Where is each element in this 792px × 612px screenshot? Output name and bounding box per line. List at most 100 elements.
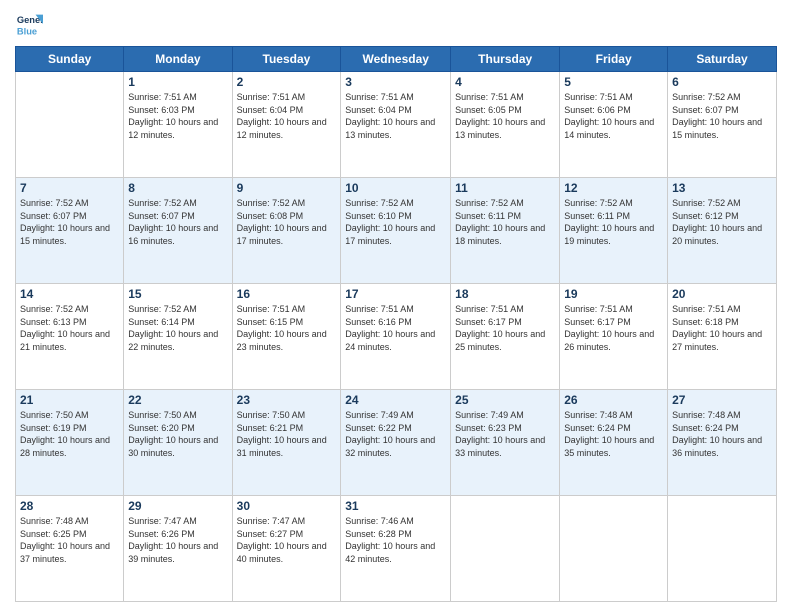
cell-info: Sunrise: 7:51 AMSunset: 6:15 PMDaylight:… bbox=[237, 303, 337, 353]
calendar-cell: 12 Sunrise: 7:52 AMSunset: 6:11 PMDayligh… bbox=[560, 178, 668, 284]
cell-info: Sunrise: 7:52 AMSunset: 6:13 PMDaylight:… bbox=[20, 303, 119, 353]
cell-date: 2 bbox=[237, 75, 337, 89]
cell-info: Sunrise: 7:50 AMSunset: 6:19 PMDaylight:… bbox=[20, 409, 119, 459]
calendar-cell: 7 Sunrise: 7:52 AMSunset: 6:07 PMDaylight… bbox=[16, 178, 124, 284]
calendar-cell: 24 Sunrise: 7:49 AMSunset: 6:22 PMDayligh… bbox=[341, 390, 451, 496]
cell-date: 19 bbox=[564, 287, 663, 301]
cell-info: Sunrise: 7:51 AMSunset: 6:17 PMDaylight:… bbox=[564, 303, 663, 353]
cell-info: Sunrise: 7:49 AMSunset: 6:22 PMDaylight:… bbox=[345, 409, 446, 459]
calendar-cell: 16 Sunrise: 7:51 AMSunset: 6:15 PMDayligh… bbox=[232, 284, 341, 390]
cell-info: Sunrise: 7:52 AMSunset: 6:12 PMDaylight:… bbox=[672, 197, 772, 247]
cell-date: 20 bbox=[672, 287, 772, 301]
cell-info: Sunrise: 7:50 AMSunset: 6:20 PMDaylight:… bbox=[128, 409, 227, 459]
calendar-cell: 25 Sunrise: 7:49 AMSunset: 6:23 PMDayligh… bbox=[451, 390, 560, 496]
cell-info: Sunrise: 7:49 AMSunset: 6:23 PMDaylight:… bbox=[455, 409, 555, 459]
calendar-cell: 15 Sunrise: 7:52 AMSunset: 6:14 PMDayligh… bbox=[124, 284, 232, 390]
calendar-cell: 5 Sunrise: 7:51 AMSunset: 6:06 PMDaylight… bbox=[560, 72, 668, 178]
calendar-cell: 10Sunrise: 7:52 AMSunset: 6:10 PMDayligh… bbox=[341, 178, 451, 284]
cell-info: Sunrise: 7:52 AMSunset: 6:07 PMDaylight:… bbox=[672, 91, 772, 141]
cell-info: Sunrise: 7:52 AMSunset: 6:11 PMDaylight:… bbox=[564, 197, 663, 247]
cell-info: Sunrise: 7:52 AMSunset: 6:07 PMDaylight:… bbox=[20, 197, 119, 247]
logo: General Blue bbox=[15, 10, 47, 38]
calendar-cell: 1 Sunrise: 7:51 AMSunset: 6:03 PMDaylight… bbox=[124, 72, 232, 178]
calendar-cell: 23 Sunrise: 7:50 AMSunset: 6:21 PMDayligh… bbox=[232, 390, 341, 496]
cell-info: Sunrise: 7:51 AMSunset: 6:06 PMDaylight:… bbox=[564, 91, 663, 141]
day-header-saturday: Saturday bbox=[668, 47, 777, 72]
calendar-cell: 9 Sunrise: 7:52 AMSunset: 6:08 PMDaylight… bbox=[232, 178, 341, 284]
calendar-table: SundayMondayTuesdayWednesdayThursdayFrid… bbox=[15, 46, 777, 602]
calendar-cell: 13 Sunrise: 7:52 AMSunset: 6:12 PMDayligh… bbox=[668, 178, 777, 284]
cell-date: 4 bbox=[455, 75, 555, 89]
cell-date: 6 bbox=[672, 75, 772, 89]
cell-info: Sunrise: 7:52 AMSunset: 6:07 PMDaylight:… bbox=[128, 197, 227, 247]
calendar-cell: 22 Sunrise: 7:50 AMSunset: 6:20 PMDayligh… bbox=[124, 390, 232, 496]
cell-info: Sunrise: 7:51 AMSunset: 6:05 PMDaylight:… bbox=[455, 91, 555, 141]
logo-icon: General Blue bbox=[15, 10, 43, 38]
cell-date: 21 bbox=[20, 393, 119, 407]
cell-date: 18 bbox=[455, 287, 555, 301]
calendar-cell: 18 Sunrise: 7:51 AMSunset: 6:17 PMDayligh… bbox=[451, 284, 560, 390]
cell-info: Sunrise: 7:48 AMSunset: 6:24 PMDaylight:… bbox=[564, 409, 663, 459]
cell-date: 12 bbox=[564, 181, 663, 195]
cell-date: 9 bbox=[237, 181, 337, 195]
cell-date: 13 bbox=[672, 181, 772, 195]
cell-info: Sunrise: 7:51 AMSunset: 6:04 PMDaylight:… bbox=[345, 91, 446, 141]
cell-date: 26 bbox=[564, 393, 663, 407]
cell-date: 17 bbox=[345, 287, 446, 301]
cell-date: 7 bbox=[20, 181, 119, 195]
cell-date: 8 bbox=[128, 181, 227, 195]
calendar-cell: 19 Sunrise: 7:51 AMSunset: 6:17 PMDayligh… bbox=[560, 284, 668, 390]
cell-date: 15 bbox=[128, 287, 227, 301]
calendar-cell: 8 Sunrise: 7:52 AMSunset: 6:07 PMDaylight… bbox=[124, 178, 232, 284]
cell-date: 30 bbox=[237, 499, 337, 513]
calendar-cell: 14 Sunrise: 7:52 AMSunset: 6:13 PMDayligh… bbox=[16, 284, 124, 390]
day-header-wednesday: Wednesday bbox=[341, 47, 451, 72]
day-header-thursday: Thursday bbox=[451, 47, 560, 72]
cell-date: 5 bbox=[564, 75, 663, 89]
cell-info: Sunrise: 7:51 AMSunset: 6:04 PMDaylight:… bbox=[237, 91, 337, 141]
calendar-page: General Blue SundayMondayTuesdayWednesda… bbox=[0, 0, 792, 612]
calendar-cell: 31 Sunrise: 7:46 AMSunset: 6:28 PMDayligh… bbox=[341, 496, 451, 602]
cell-date: 3 bbox=[345, 75, 446, 89]
cell-info: Sunrise: 7:52 AMSunset: 6:08 PMDaylight:… bbox=[237, 197, 337, 247]
cell-date: 16 bbox=[237, 287, 337, 301]
cell-info: Sunrise: 7:47 AMSunset: 6:26 PMDaylight:… bbox=[128, 515, 227, 565]
cell-date: 23 bbox=[237, 393, 337, 407]
calendar-cell: 3 Sunrise: 7:51 AMSunset: 6:04 PMDaylight… bbox=[341, 72, 451, 178]
cell-date: 25 bbox=[455, 393, 555, 407]
cell-date: 10 bbox=[345, 181, 446, 195]
calendar-cell bbox=[16, 72, 124, 178]
cell-date: 24 bbox=[345, 393, 446, 407]
cell-info: Sunrise: 7:52 AMSunset: 6:11 PMDaylight:… bbox=[455, 197, 555, 247]
calendar-cell bbox=[668, 496, 777, 602]
cell-date: 29 bbox=[128, 499, 227, 513]
calendar-cell: 17 Sunrise: 7:51 AMSunset: 6:16 PMDayligh… bbox=[341, 284, 451, 390]
header: General Blue bbox=[15, 10, 777, 38]
calendar-cell: 20 Sunrise: 7:51 AMSunset: 6:18 PMDayligh… bbox=[668, 284, 777, 390]
day-header-tuesday: Tuesday bbox=[232, 47, 341, 72]
calendar-cell bbox=[451, 496, 560, 602]
cell-info: Sunrise: 7:51 AMSunset: 6:03 PMDaylight:… bbox=[128, 91, 227, 141]
cell-date: 22 bbox=[128, 393, 227, 407]
cell-info: Sunrise: 7:50 AMSunset: 6:21 PMDaylight:… bbox=[237, 409, 337, 459]
calendar-cell: 28Sunrise: 7:48 AMSunset: 6:25 PMDayligh… bbox=[16, 496, 124, 602]
cell-info: Sunrise: 7:52 AMSunset: 6:14 PMDaylight:… bbox=[128, 303, 227, 353]
day-header-friday: Friday bbox=[560, 47, 668, 72]
calendar-cell: 4 Sunrise: 7:51 AMSunset: 6:05 PMDaylight… bbox=[451, 72, 560, 178]
cell-info: Sunrise: 7:46 AMSunset: 6:28 PMDaylight:… bbox=[345, 515, 446, 565]
cell-info: Sunrise: 7:51 AMSunset: 6:16 PMDaylight:… bbox=[345, 303, 446, 353]
calendar-cell bbox=[560, 496, 668, 602]
cell-date: 31 bbox=[345, 499, 446, 513]
calendar-cell: 11 Sunrise: 7:52 AMSunset: 6:11 PMDayligh… bbox=[451, 178, 560, 284]
calendar-cell: 21 Sunrise: 7:50 AMSunset: 6:19 PMDayligh… bbox=[16, 390, 124, 496]
cell-info: Sunrise: 7:47 AMSunset: 6:27 PMDaylight:… bbox=[237, 515, 337, 565]
cell-info: Sunrise: 7:51 AMSunset: 6:17 PMDaylight:… bbox=[455, 303, 555, 353]
cell-date: 11 bbox=[455, 181, 555, 195]
cell-date: 1 bbox=[128, 75, 227, 89]
cell-date: 27 bbox=[672, 393, 772, 407]
cell-info: Sunrise: 7:51 AMSunset: 6:18 PMDaylight:… bbox=[672, 303, 772, 353]
day-header-monday: Monday bbox=[124, 47, 232, 72]
cell-date: 14 bbox=[20, 287, 119, 301]
calendar-cell: 6 Sunrise: 7:52 AMSunset: 6:07 PMDaylight… bbox=[668, 72, 777, 178]
calendar-cell: 29 Sunrise: 7:47 AMSunset: 6:26 PMDayligh… bbox=[124, 496, 232, 602]
